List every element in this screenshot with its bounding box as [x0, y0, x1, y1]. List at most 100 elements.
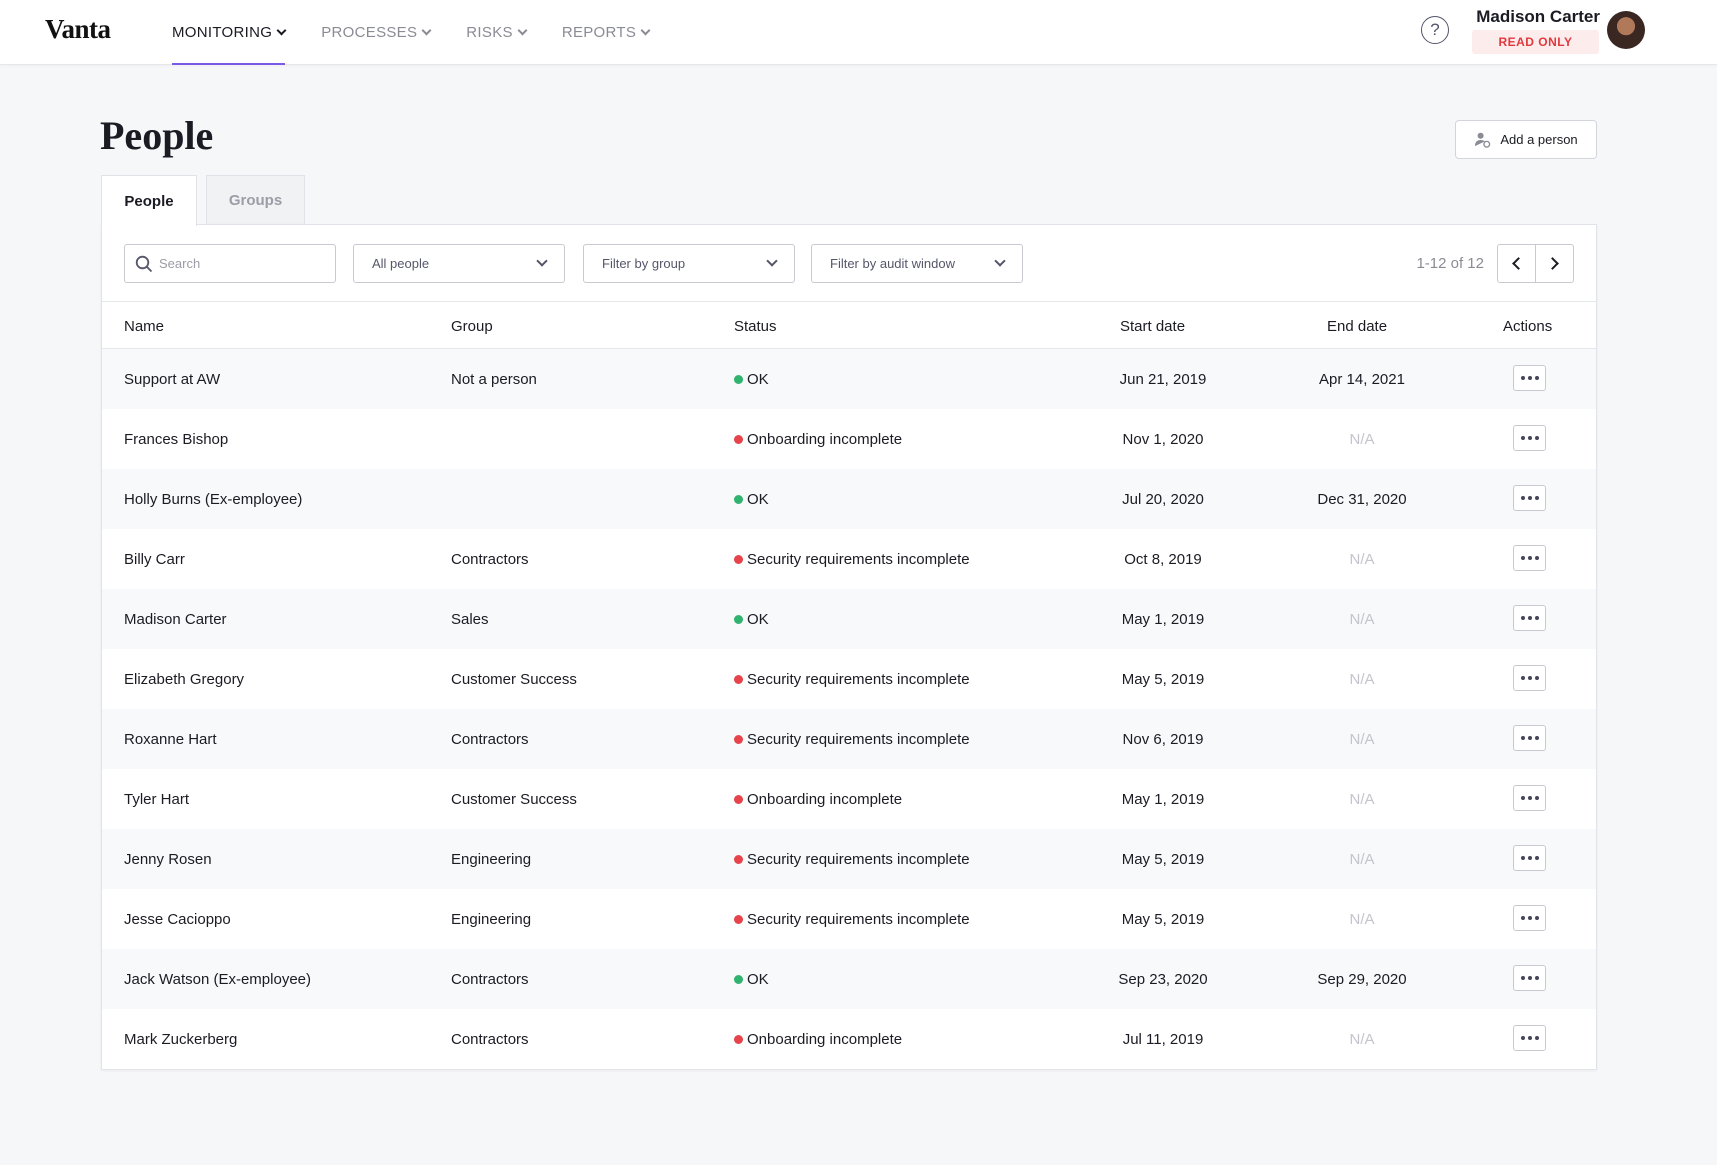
person-status: Security requirements incomplete	[734, 529, 970, 589]
status-text: OK	[747, 970, 769, 988]
audit-window-filter-select[interactable]: Filter by audit window	[811, 244, 1023, 283]
audit-window-filter-value: Filter by audit window	[830, 256, 955, 271]
table-row[interactable]: Tyler Hart Customer Success Onboarding inc…	[102, 769, 1596, 829]
more-dot	[1527, 616, 1532, 620]
avatar[interactable]	[1607, 11, 1645, 49]
row-actions-button[interactable]	[1513, 725, 1546, 751]
person-status: Security requirements incomplete	[734, 649, 970, 709]
person-name[interactable]: Jack Watson (Ex-employee)	[124, 949, 311, 1009]
more-dot	[1520, 496, 1525, 500]
more-dot	[1534, 736, 1539, 740]
nav-monitoring[interactable]: MONITORING	[172, 0, 287, 65]
person-name[interactable]: Madison Carter	[124, 589, 227, 649]
start-date: Sep 23, 2020	[1118, 970, 1208, 988]
more-dot	[1527, 856, 1532, 860]
status-text: Security requirements incomplete	[747, 850, 970, 868]
status-dot-icon	[734, 734, 743, 744]
nav-risks[interactable]: RISKS	[466, 0, 528, 65]
table-row[interactable]: Support at AW Not a person OK Jun 21, 2019 A…	[102, 349, 1596, 409]
table-row[interactable]: Jack Watson (Ex-employee) Contractors OK Se…	[102, 949, 1596, 1009]
person-name[interactable]: Jesse Cacioppo	[124, 889, 231, 949]
row-actions-button[interactable]	[1513, 365, 1546, 391]
person-name[interactable]: Mark Zuckerberg	[124, 1009, 237, 1069]
vanta-logo[interactable]: Vanta	[45, 14, 111, 45]
status-text: Security requirements incomplete	[747, 670, 970, 688]
start-date: Oct 8, 2019	[1124, 550, 1202, 568]
tab-groups[interactable]: Groups	[206, 175, 305, 225]
person-name[interactable]: Support at AW	[124, 349, 220, 409]
user-name[interactable]: Madison Carter	[1470, 7, 1600, 27]
table-row[interactable]: Billy Carr Contractors Security requiremen…	[102, 529, 1596, 589]
status-dot-icon	[734, 374, 743, 384]
people-panel: All people Filter by group Filter by aud…	[101, 224, 1597, 1070]
row-actions-button[interactable]	[1513, 605, 1546, 631]
person-name[interactable]: Jenny Rosen	[124, 829, 212, 889]
question-circle-icon[interactable]: ?	[1421, 16, 1449, 44]
status-text: OK	[747, 610, 769, 628]
search-input[interactable]	[159, 256, 319, 271]
next-page-button[interactable]	[1535, 244, 1574, 283]
column-header-end-date[interactable]: End date	[1327, 302, 1387, 350]
more-dot	[1534, 436, 1539, 440]
person-name[interactable]: Roxanne Hart	[124, 709, 217, 769]
table-row[interactable]: Jenny Rosen Engineering Security requireme…	[102, 829, 1596, 889]
table-row[interactable]: Holly Burns (Ex-employee) OK Jul 20, 2020 D…	[102, 469, 1596, 529]
tab-people[interactable]: People	[101, 175, 197, 226]
more-dot	[1534, 616, 1539, 620]
person-name[interactable]: Elizabeth Gregory	[124, 649, 244, 709]
group-filter-select[interactable]: Filter by group	[583, 244, 795, 283]
chevron-down-icon	[517, 25, 528, 35]
table-row[interactable]: Elizabeth Gregory Customer Success Securit…	[102, 649, 1596, 709]
more-dot	[1534, 856, 1539, 860]
nav-reports[interactable]: REPORTS	[562, 0, 651, 65]
people-filter-select[interactable]: All people	[353, 244, 565, 283]
more-dot	[1527, 376, 1532, 380]
more-dot	[1527, 916, 1532, 920]
row-actions-button[interactable]	[1513, 1025, 1546, 1051]
row-actions-button[interactable]	[1513, 485, 1546, 511]
column-header-status[interactable]: Status	[734, 302, 777, 350]
group-filter-value: Filter by group	[602, 256, 686, 271]
row-actions-button[interactable]	[1513, 425, 1546, 451]
more-dot	[1520, 1036, 1525, 1040]
table-row[interactable]: Jesse Cacioppo Engineering Security requir…	[102, 889, 1596, 949]
search-icon	[135, 255, 153, 272]
person-group: Contractors	[451, 730, 529, 748]
nav-processes[interactable]: PROCESSES	[321, 0, 432, 65]
more-dot	[1534, 796, 1539, 800]
column-header-name[interactable]: Name	[124, 302, 164, 350]
row-actions-button[interactable]	[1513, 785, 1546, 811]
end-date: N/A	[1349, 430, 1375, 448]
row-actions-button[interactable]	[1513, 545, 1546, 571]
column-header-start-date[interactable]: Start date	[1120, 302, 1185, 350]
table-row[interactable]: Mark Zuckerberg Contractors Onboarding inc…	[102, 1009, 1596, 1069]
previous-page-button[interactable]	[1497, 244, 1536, 283]
person-name[interactable]: Holly Burns (Ex-employee)	[124, 469, 302, 529]
start-date: May 1, 2019	[1121, 610, 1205, 628]
row-actions-button[interactable]	[1513, 845, 1546, 871]
person-group: Engineering	[451, 850, 532, 868]
status-text: Security requirements incomplete	[747, 910, 970, 928]
table-row[interactable]: Frances Bishop Onboarding incomplete Nov 1…	[102, 409, 1596, 469]
nav-risks-label: RISKS	[466, 24, 513, 41]
person-status: Onboarding incomplete	[734, 409, 902, 469]
column-header-group[interactable]: Group	[451, 302, 493, 350]
person-name[interactable]: Tyler Hart	[124, 769, 189, 829]
person-group: Customer Success	[451, 790, 577, 808]
search-box[interactable]	[124, 244, 336, 283]
more-dot	[1534, 496, 1539, 500]
more-dot	[1520, 856, 1525, 860]
more-dot	[1527, 556, 1532, 560]
row-actions-button[interactable]	[1513, 965, 1546, 991]
table-row[interactable]: Madison Carter Sales OK May 1, 2019 N/A	[102, 589, 1596, 649]
more-dot	[1520, 976, 1525, 980]
table-row[interactable]: Roxanne Hart Contractors Security requirem…	[102, 709, 1596, 769]
start-date: Jul 11, 2019	[1122, 1030, 1204, 1048]
add-person-button[interactable]: Add a person	[1455, 120, 1597, 159]
end-date: N/A	[1349, 550, 1375, 568]
row-actions-button[interactable]	[1513, 905, 1546, 931]
row-actions-button[interactable]	[1513, 665, 1546, 691]
person-name[interactable]: Billy Carr	[124, 529, 185, 589]
end-date: Sep 29, 2020	[1317, 970, 1407, 988]
person-name[interactable]: Frances Bishop	[124, 409, 228, 469]
